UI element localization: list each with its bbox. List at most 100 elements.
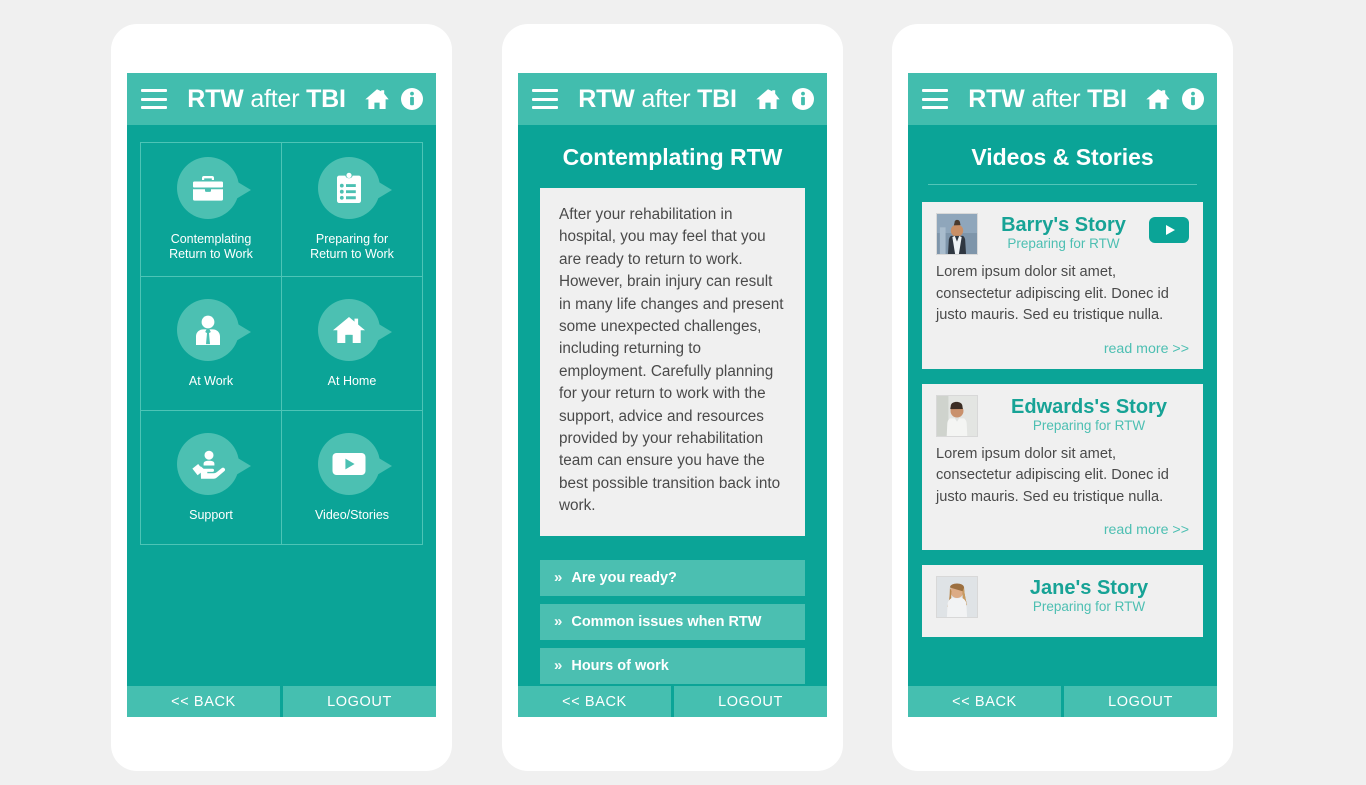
app-title-tbi: TBI [306, 84, 346, 113]
icon-bubble [318, 432, 392, 495]
icon-bubble [177, 432, 251, 495]
app-title-tbi: TBI [1087, 84, 1127, 113]
story-body: Lorem ipsum dolor sit amet, consectetur … [936, 264, 1169, 323]
icon-bubble [318, 157, 392, 219]
app-title: RTW after TBI [958, 85, 1135, 114]
tile-label: Contemplating Return to Work [169, 232, 253, 261]
avatar [936, 576, 978, 618]
play-triangle-icon [1165, 225, 1175, 235]
read-more-link[interactable]: read more >> [936, 522, 1189, 538]
read-more-link[interactable]: read more >> [936, 341, 1189, 357]
app-header-bar: RTW after TBI [518, 73, 827, 125]
app-title-rtw: RTW [578, 84, 635, 113]
story-subtitle: Preparing for RTW [1032, 599, 1146, 614]
tile-video-stories[interactable]: Video/Stories [282, 411, 423, 545]
story-card-list: Barry's Story Preparing for RTW Lorem ip… [908, 202, 1217, 686]
avatar [936, 394, 978, 437]
screenshot-canvas: RTW after TBI Contemplating Return to Wo… [0, 0, 1366, 785]
story-heading: Jane's Story Preparing for RTW [989, 576, 1189, 615]
home-icon[interactable] [755, 87, 781, 111]
info-icon[interactable] [400, 87, 424, 111]
play-button[interactable] [1149, 217, 1189, 243]
home-icon[interactable] [1145, 87, 1171, 111]
app-title: RTW after TBI [177, 85, 354, 114]
story-body: Lorem ipsum dolor sit amet, consectetur … [936, 445, 1169, 505]
app-header-bar: RTW after TBI [908, 73, 1217, 125]
article-text-card: After your rehabilitation in hospital, y… [540, 188, 805, 536]
story-heading: Barry's Story Preparing for RTW [989, 213, 1138, 252]
app-title-after: after [250, 84, 300, 113]
link-label: Are you ready? [571, 569, 677, 586]
logout-button[interactable]: LOGOUT [674, 686, 827, 717]
bottom-navigation-bar: << BACK LOGOUT [518, 686, 827, 717]
article-link-list: » Are you ready? » Common issues when RT… [518, 536, 827, 684]
tile-label: Video/Stories [314, 507, 390, 522]
tile-support[interactable]: Support [141, 411, 282, 545]
link-hours-of-work[interactable]: » Hours of work [540, 647, 805, 684]
briefcase-icon [193, 176, 223, 201]
link-label: Common issues when RTW [571, 613, 762, 630]
story-subtitle: Preparing for RTW [1007, 236, 1120, 251]
helping-hand-icon [192, 450, 226, 479]
hamburger-menu-icon[interactable] [532, 89, 558, 109]
chevron-right-icon: » [554, 657, 563, 675]
home-icon[interactable] [364, 87, 390, 111]
chevron-right-icon: » [554, 569, 563, 587]
story-heading: Edwards's Story Preparing for RTW [989, 395, 1189, 434]
logout-button[interactable]: LOGOUT [283, 686, 436, 717]
page-title: Contemplating RTW [562, 144, 783, 170]
link-are-you-ready[interactable]: » Are you ready? [540, 559, 805, 596]
phone-mockup-article: RTW after TBI Contemplating RTW After yo… [502, 24, 843, 771]
tile-at-work[interactable]: At Work [141, 277, 282, 411]
app-screen-contemplating-rtw: RTW after TBI Contemplating RTW After yo… [518, 73, 827, 717]
link-common-issues-when-rtw[interactable]: » Common issues when RTW [540, 603, 805, 640]
story-card-jane[interactable]: Jane's Story Preparing for RTW [922, 565, 1203, 637]
icon-bubble [177, 157, 251, 219]
app-title-tbi: TBI [697, 84, 737, 113]
hamburger-menu-icon[interactable] [141, 89, 167, 109]
info-icon[interactable] [1181, 87, 1205, 111]
app-screen-videos-stories: RTW after TBI Videos & Stories Barry's S… [908, 73, 1217, 717]
info-icon[interactable] [791, 87, 815, 111]
back-button[interactable]: << BACK [518, 686, 671, 717]
house-icon [333, 316, 365, 343]
story-card-header: Edwards's Story Preparing for RTW [936, 394, 1189, 437]
story-name: Barry's Story [1001, 214, 1126, 236]
icon-bubble [318, 298, 392, 361]
tile-label: Support [189, 507, 233, 522]
tile-contemplating-return-to-work[interactable]: Contemplating Return to Work [141, 143, 282, 277]
logout-button[interactable]: LOGOUT [1064, 686, 1217, 717]
bottom-navigation-bar: << BACK LOGOUT [127, 686, 436, 717]
back-button[interactable]: << BACK [127, 686, 280, 717]
link-label: Hours of work [571, 657, 669, 674]
phone-mockup-stories: RTW after TBI Videos & Stories Barry's S… [892, 24, 1233, 771]
tile-label: At Work [188, 373, 234, 388]
tile-grid-box: Contemplating Return to Work Preparing f… [140, 142, 423, 545]
app-title-rtw: RTW [968, 84, 1025, 113]
app-screen-home: RTW after TBI Contemplating Return to Wo… [127, 73, 436, 717]
avatar [936, 213, 978, 255]
person-tie-icon [196, 315, 220, 345]
title-divider [928, 184, 1197, 185]
story-card-edwards[interactable]: Edwards's Story Preparing for RTW Lorem … [922, 383, 1203, 550]
article-body: After your rehabilitation in hospital, y… [559, 206, 784, 515]
back-button[interactable]: << BACK [908, 686, 1061, 717]
story-name: Edwards's Story [1011, 395, 1167, 418]
clipboard-checklist-icon [337, 172, 361, 203]
video-play-icon [332, 452, 366, 475]
home-tile-grid: Contemplating Return to Work Preparing f… [127, 125, 436, 686]
tile-label: Preparing for Return to Work [310, 232, 394, 261]
app-title-after: after [641, 84, 691, 113]
icon-bubble [177, 298, 251, 361]
story-card-header: Jane's Story Preparing for RTW [936, 576, 1189, 618]
page-title: Videos & Stories [971, 144, 1154, 170]
tile-preparing-for-return-to-work[interactable]: Preparing for Return to Work [282, 143, 423, 277]
story-card-barry[interactable]: Barry's Story Preparing for RTW Lorem ip… [922, 202, 1203, 369]
hamburger-menu-icon[interactable] [922, 89, 948, 109]
tile-at-home[interactable]: At Home [282, 277, 423, 411]
phone-mockup-home: RTW after TBI Contemplating Return to Wo… [111, 24, 452, 771]
bottom-navigation-bar: << BACK LOGOUT [908, 686, 1217, 717]
story-name: Jane's Story [1029, 577, 1149, 599]
app-title-after: after [1031, 84, 1081, 113]
app-title: RTW after TBI [568, 85, 745, 114]
